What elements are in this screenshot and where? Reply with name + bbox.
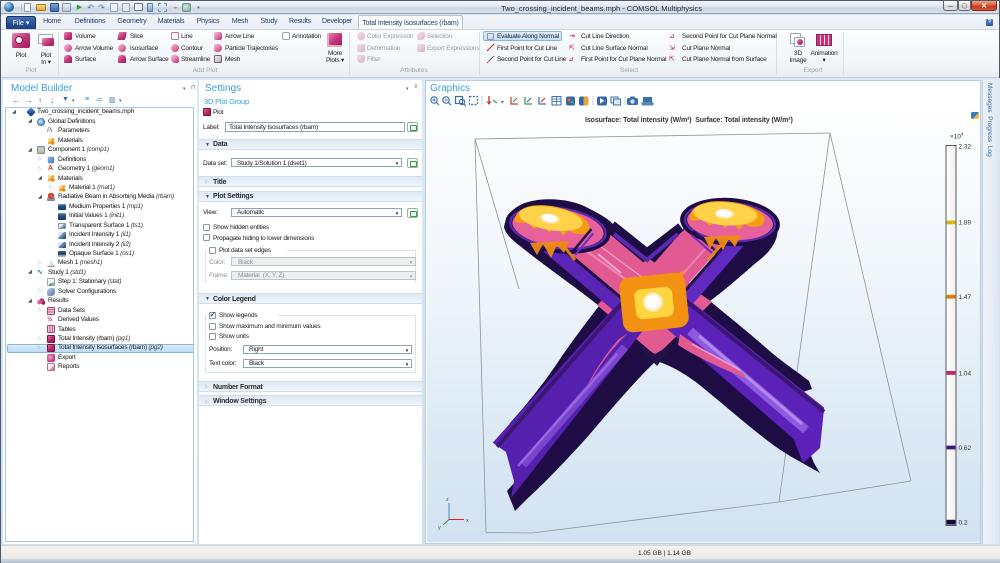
svg-text:1.04: 1.04: [959, 371, 972, 378]
svg-text:4: 4: [961, 131, 964, 136]
svg-text:×10: ×10: [950, 133, 961, 140]
svg-text:0.62: 0.62: [959, 445, 972, 452]
svg-text:1.89: 1.89: [959, 220, 972, 227]
svg-text:2.32: 2.32: [959, 143, 972, 150]
svg-text:z: z: [446, 497, 449, 503]
svg-text:x: x: [466, 518, 469, 524]
svg-text:y: y: [438, 525, 441, 531]
svg-text:0.2: 0.2: [959, 520, 968, 527]
svg-text:1.47: 1.47: [959, 294, 972, 301]
